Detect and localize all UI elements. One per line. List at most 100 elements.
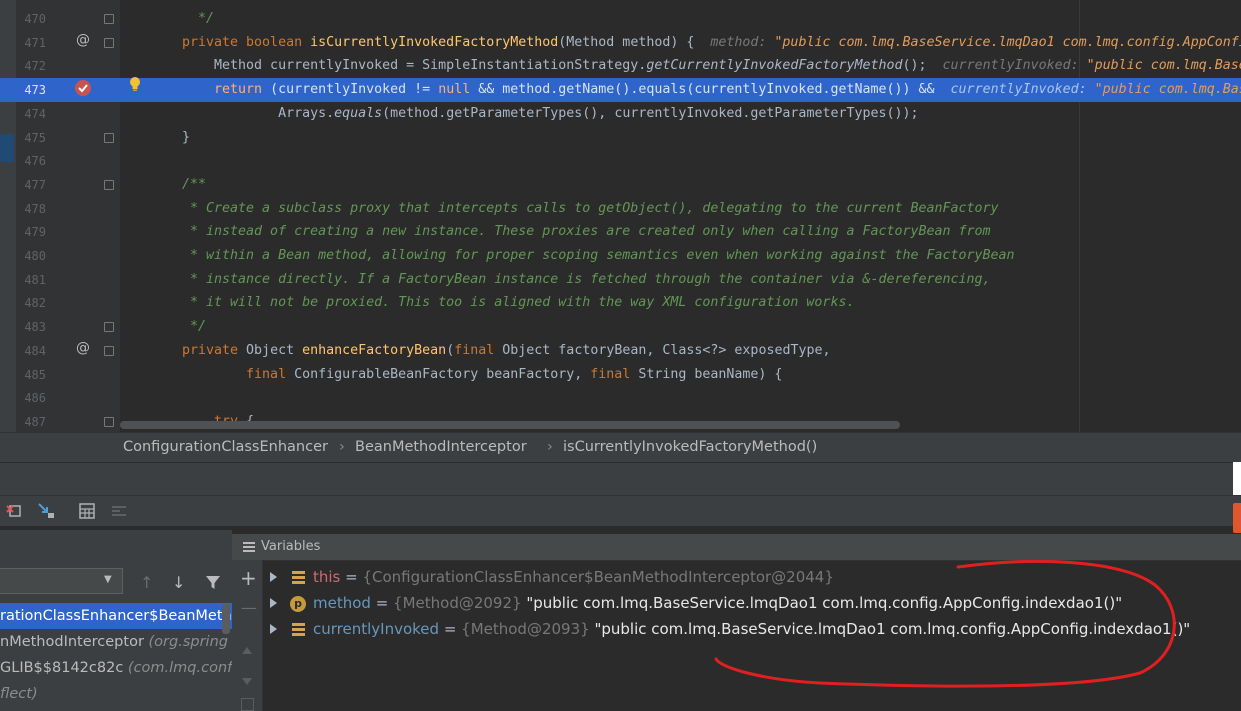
code-line[interactable]: 484 private Object enhanceFactoryBean(fin… [0, 339, 1241, 363]
line-number[interactable]: 471 [16, 31, 46, 55]
stack-frame-item[interactable]: GLIB$$8142c82c (com.lmq.confi [0, 655, 232, 681]
expand-arrow-icon[interactable] [270, 598, 277, 608]
field-icon [292, 571, 305, 584]
code-token: (); [902, 58, 943, 74]
stack-frame-item[interactable]: rationClassEnhancer$BeanMetho [0, 603, 232, 629]
copy-icon[interactable] [241, 698, 254, 711]
parameter-icon: p [290, 596, 306, 612]
code-line[interactable]: 479 * instead of creating a new instance… [0, 220, 1241, 244]
drop-frame-icon[interactable] [4, 501, 24, 521]
horizontal-scrollbar[interactable] [120, 421, 900, 429]
breadcrumb-separator: › [547, 439, 553, 455]
run-to-cursor-icon[interactable] [36, 501, 56, 521]
code-token: Arrays. [182, 105, 335, 121]
code-token: private [182, 342, 247, 358]
breadcrumb-item-method[interactable]: isCurrentlyInvokedFactoryMethod() [563, 439, 817, 455]
override-at-icon[interactable]: @ [75, 32, 91, 48]
fold-marker-icon[interactable] [104, 14, 114, 24]
stack-frame-item[interactable]: nMethodInterceptor (org.spring [0, 629, 232, 655]
fold-marker-icon[interactable] [104, 37, 114, 48]
code-line[interactable]: 485 final ConfigurableBeanFactory beanFa… [0, 363, 1241, 387]
line-number[interactable]: 477 [16, 173, 46, 197]
line-number[interactable]: 472 [16, 54, 46, 78]
line-number[interactable]: 476 [16, 149, 46, 173]
frame-label: flect) [0, 686, 38, 702]
code-text: * instance directly. If a FactoryBean in… [182, 268, 991, 292]
code-line[interactable]: 478 * Create a subclass proxy that inter… [0, 197, 1241, 221]
line-number[interactable]: 475 [16, 126, 46, 150]
remove-watch-icon[interactable]: — [241, 598, 257, 617]
line-number[interactable]: 485 [16, 363, 46, 387]
field-icon [292, 623, 305, 636]
code-token: equals [334, 105, 383, 121]
fold-marker-icon[interactable] [104, 132, 114, 143]
frame-package: (com.lmq.confi [127, 660, 232, 676]
code-token: (Method method) { [558, 34, 711, 50]
code-line[interactable]: 473 return (currentlyInvoked != null && … [0, 78, 1241, 103]
frames-scrollbar[interactable] [222, 604, 230, 634]
filter-icon[interactable] [204, 573, 222, 595]
line-number[interactable]: 481 [16, 268, 46, 292]
line-number[interactable]: 483 [16, 315, 46, 339]
fold-marker-icon[interactable] [104, 179, 114, 190]
code-line[interactable]: 481 * instance directly. If a FactoryBea… [0, 268, 1241, 292]
code-text: final ConfigurableBeanFactory beanFactor… [182, 363, 782, 387]
line-number[interactable]: 486 [16, 386, 46, 410]
fold-marker-icon[interactable] [104, 345, 114, 356]
override-at-icon[interactable]: @ [75, 340, 91, 356]
fold-marker-icon[interactable] [104, 322, 114, 333]
expand-arrow-icon[interactable] [270, 572, 277, 582]
line-number[interactable]: 480 [16, 244, 46, 268]
code-line[interactable]: 474 Arrays.equals(method.getParameterTyp… [0, 102, 1241, 126]
line-number[interactable]: 478 [16, 197, 46, 221]
code-text: Arrays.equals(method.getParameterTypes()… [182, 102, 918, 126]
code-token: * instead of creating a new instance. Th… [182, 224, 991, 240]
code-text: * instead of creating a new instance. Th… [182, 220, 991, 244]
expand-arrow-icon[interactable] [270, 624, 277, 634]
code-line[interactable]: 476 [0, 149, 1241, 173]
line-number[interactable]: 474 [16, 102, 46, 126]
code-line[interactable]: 483 */ [0, 315, 1241, 339]
breakpoint-icon[interactable] [75, 80, 91, 96]
code-line[interactable]: 471 private boolean isCurrentlyInvokedFac… [0, 31, 1241, 55]
line-number[interactable]: 470 [16, 7, 46, 31]
chevron-down-icon[interactable]: ▼ [104, 574, 112, 585]
code-token: final [454, 342, 503, 358]
lightbulb-icon[interactable] [128, 76, 142, 92]
code-line[interactable]: 480 * within a Bean method, allowing for… [0, 244, 1241, 268]
code-line[interactable]: 475} [0, 126, 1241, 150]
breadcrumb-item-inner-class[interactable]: BeanMethodInterceptor [355, 439, 527, 455]
code-line[interactable]: 482 * it will not be proxied. This too i… [0, 291, 1241, 315]
code-token: "public com.lmq.BaseService.lmqDao1 com.… [1094, 82, 1241, 98]
popup-edge [1233, 462, 1241, 496]
move-down-icon[interactable] [241, 672, 253, 691]
arrow-up-icon[interactable]: ↑ [140, 573, 153, 592]
line-number[interactable]: 484 [16, 339, 46, 363]
move-up-icon[interactable] [241, 640, 253, 659]
stack-frame-item[interactable]: flect) [0, 681, 232, 707]
variable-equals: = [439, 620, 462, 638]
arrow-down-icon[interactable]: ↓ [172, 573, 185, 592]
line-number[interactable]: 479 [16, 220, 46, 244]
fold-marker-icon[interactable] [104, 416, 114, 427]
line-number[interactable]: 473 [16, 78, 46, 102]
code-line[interactable]: 472 Method currentlyInvoked = SimpleInst… [0, 54, 1241, 78]
code-line[interactable]: 470 */ [0, 7, 1241, 31]
frames-panel: rationClassEnhancer$BeanMetho nMethodInte… [0, 529, 232, 711]
code-editor[interactable]: 470 */471 private boolean isCurrentlyInvo… [0, 0, 1241, 432]
line-number[interactable]: 482 [16, 291, 46, 315]
code-token: */ [182, 11, 215, 26]
line-number[interactable]: 487 [16, 410, 46, 432]
code-token: null [438, 82, 479, 98]
code-line[interactable]: 486 [0, 386, 1241, 410]
debug-toolbar [0, 495, 1241, 526]
notification-icon[interactable] [1233, 503, 1241, 533]
code-token: method: [710, 34, 775, 50]
evaluate-expression-icon[interactable] [77, 501, 97, 521]
code-line[interactable]: 477 /** [0, 173, 1241, 197]
trace-icon[interactable] [109, 501, 129, 521]
code-token: return [182, 82, 271, 98]
breadcrumb-item-class[interactable]: ConfigurationClassEnhancer [123, 439, 328, 455]
variable-id: {Method@2093} [461, 620, 595, 638]
add-watch-icon[interactable]: + [240, 568, 257, 588]
